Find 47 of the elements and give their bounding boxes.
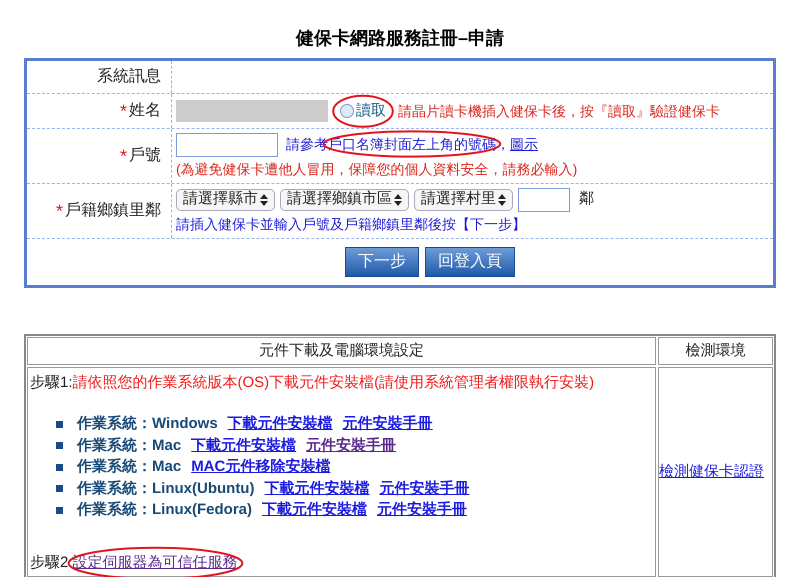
os-label: 作業系統：Windows bbox=[77, 414, 218, 434]
download-link[interactable]: 元件安裝手冊 bbox=[306, 434, 396, 457]
field-label: 系統訊息 bbox=[97, 66, 161, 87]
dropdown[interactable]: 請選擇鄉鎮市區 bbox=[280, 188, 409, 210]
required-mark: * bbox=[120, 147, 127, 165]
unit-label: 鄰 bbox=[579, 189, 594, 210]
os-label: 作業系統：Mac bbox=[77, 436, 182, 456]
bullet-icon bbox=[56, 506, 63, 514]
updown-arrows-icon bbox=[394, 194, 402, 206]
next-button[interactable]: 下一步 bbox=[345, 247, 419, 277]
download-link[interactable]: 元件安裝手冊 bbox=[342, 413, 433, 436]
bullet-icon bbox=[56, 420, 63, 428]
back-button[interactable]: 回登入頁 bbox=[425, 247, 515, 277]
page-title: 健保卡網路服務註冊–申請 bbox=[294, 27, 505, 50]
column-header: 檢測環境 bbox=[658, 337, 773, 365]
diagram-link[interactable]: 圖示 bbox=[510, 136, 538, 152]
download-link[interactable]: 元件安裝手冊 bbox=[379, 478, 470, 500]
bullet-icon bbox=[56, 485, 63, 492]
hint-text: 請插入健保卡並輸入戶號及戶籍鄉鎮里鄰後按【下一步】 bbox=[176, 214, 527, 234]
required-mark: * bbox=[120, 102, 127, 120]
field-label: 戶籍鄉鎮里鄰 bbox=[65, 200, 161, 221]
updown-arrows-icon bbox=[260, 194, 268, 206]
dropdown[interactable]: 請選擇縣市 bbox=[176, 188, 275, 210]
hint-text: 請晶片讀卡機插入健保卡後，按『讀取』驗證健保卡 bbox=[398, 102, 720, 120]
field-label: 戶號 bbox=[129, 146, 161, 166]
neighborhood-field[interactable] bbox=[518, 188, 570, 212]
download-link[interactable]: 下載元件安裝檔 bbox=[228, 413, 333, 436]
household-number-field[interactable] bbox=[176, 132, 278, 156]
bullet-icon bbox=[56, 442, 63, 450]
radio-icon bbox=[340, 104, 354, 118]
os-label: 作業系統：Linux(Ubuntu) bbox=[77, 478, 254, 498]
column-header: 元件下載及電腦環境設定 bbox=[27, 337, 656, 365]
download-link[interactable]: 下載元件安裝檔 bbox=[191, 434, 296, 457]
download-link[interactable]: 下載元件安裝檔 bbox=[262, 499, 367, 522]
bullet-icon bbox=[56, 464, 63, 471]
warning-text: (為避免健保卡遭他人冒用，保障您的個人資料安全，請務必輸入) bbox=[176, 160, 578, 179]
dropdown[interactable]: 請選擇村里 bbox=[414, 188, 513, 210]
os-label: 作業系統：Linux(Fedora) bbox=[77, 500, 252, 520]
os-label: 作業系統：Mac bbox=[77, 457, 182, 477]
step-text: 步驟1:請依照您的作業系統版本(OS)下載元件安裝檔(請使用系統管理者權限執行安裝) bbox=[30, 373, 596, 393]
required-mark: * bbox=[56, 202, 63, 220]
updown-arrows-icon bbox=[498, 194, 506, 206]
download-link[interactable]: 下載元件安裝檔 bbox=[264, 478, 370, 500]
check-link[interactable]: 檢測健保卡認證 bbox=[659, 460, 764, 484]
download-link[interactable]: MAC元件移除安裝檔 bbox=[191, 456, 330, 478]
field-label: 姓名 bbox=[129, 101, 161, 121]
download-link[interactable]: 元件安裝手冊 bbox=[377, 499, 467, 522]
